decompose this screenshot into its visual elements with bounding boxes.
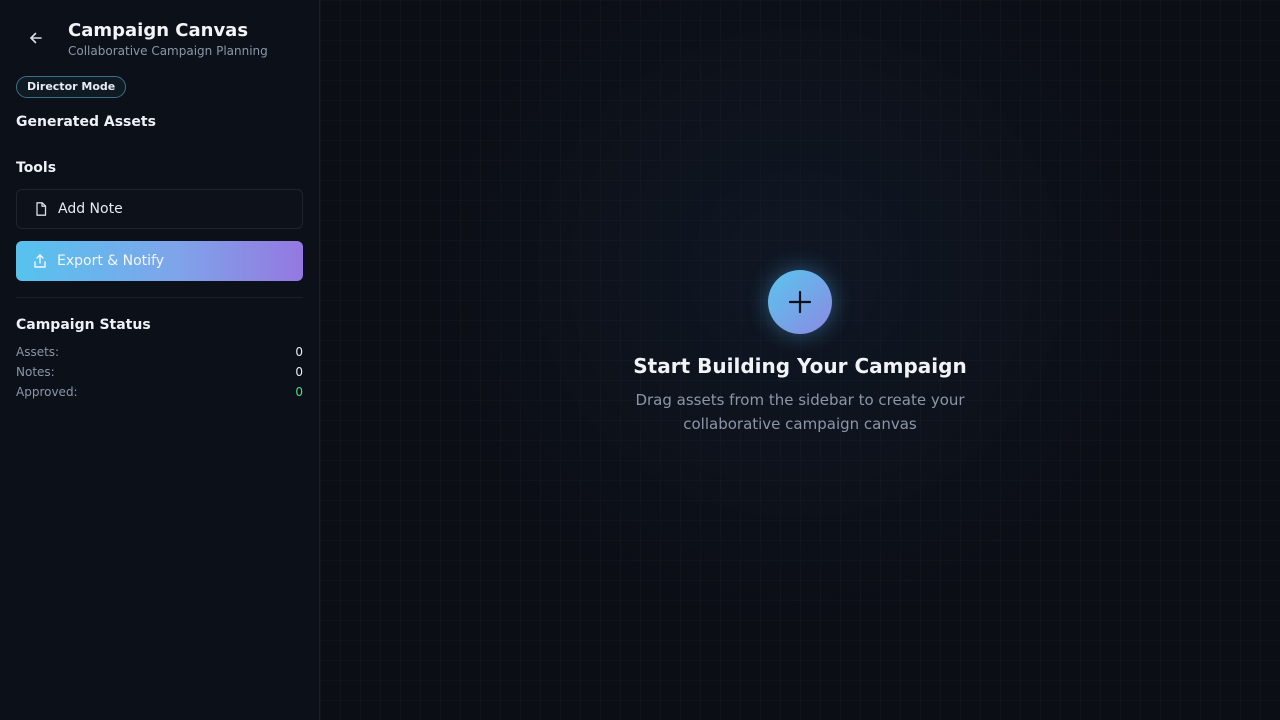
empty-state: Start Building Your Campaign Drag assets… bbox=[320, 270, 1280, 436]
generated-assets-heading: Generated Assets bbox=[16, 114, 156, 130]
status-value: 0 bbox=[295, 345, 303, 359]
status-label: Assets: bbox=[16, 345, 60, 359]
page-title: Campaign Canvas bbox=[68, 20, 249, 41]
status-value: 0 bbox=[295, 365, 303, 379]
campaign-status-heading: Campaign Status bbox=[16, 317, 151, 333]
header-text: Campaign Canvas Collaborative Campaign P… bbox=[68, 20, 268, 59]
status-value: 0 bbox=[295, 385, 303, 399]
status-row-assets: Assets: 0 bbox=[16, 342, 303, 362]
sidebar-divider bbox=[16, 297, 303, 298]
plus-icon bbox=[787, 289, 813, 315]
status-row-approved: Approved: 0 bbox=[16, 382, 303, 402]
sidebar-header: Campaign Canvas Collaborative Campaign P… bbox=[16, 0, 303, 66]
status-label: Approved: bbox=[16, 385, 78, 399]
share-icon bbox=[32, 253, 48, 269]
campaign-canvas[interactable]: Start Building Your Campaign Drag assets… bbox=[320, 0, 1280, 720]
empty-state-description: Drag assets from the sidebar to create y… bbox=[635, 391, 965, 433]
export-notify-button[interactable]: Export & Notify bbox=[16, 241, 303, 281]
app-root: Campaign Canvas Collaborative Campaign P… bbox=[0, 0, 1280, 720]
arrow-left-icon bbox=[28, 30, 44, 46]
export-notify-label: Export & Notify bbox=[57, 253, 165, 269]
status-label: Notes: bbox=[16, 365, 55, 379]
sidebar: Campaign Canvas Collaborative Campaign P… bbox=[0, 0, 320, 720]
empty-state-title: Start Building Your Campaign bbox=[633, 354, 967, 378]
status-row-notes: Notes: 0 bbox=[16, 362, 303, 382]
page-subtitle: Collaborative Campaign Planning bbox=[68, 44, 268, 58]
mode-badge: Director Mode bbox=[16, 76, 127, 98]
back-button[interactable] bbox=[16, 20, 56, 56]
add-note-label: Add Note bbox=[58, 201, 123, 217]
campaign-status-list: Assets: 0 Notes: 0 Approved: 0 bbox=[16, 342, 303, 402]
note-icon bbox=[33, 201, 49, 217]
add-note-button[interactable]: Add Note bbox=[16, 189, 303, 229]
add-asset-button[interactable] bbox=[768, 270, 832, 334]
tools-heading: Tools bbox=[16, 160, 57, 176]
